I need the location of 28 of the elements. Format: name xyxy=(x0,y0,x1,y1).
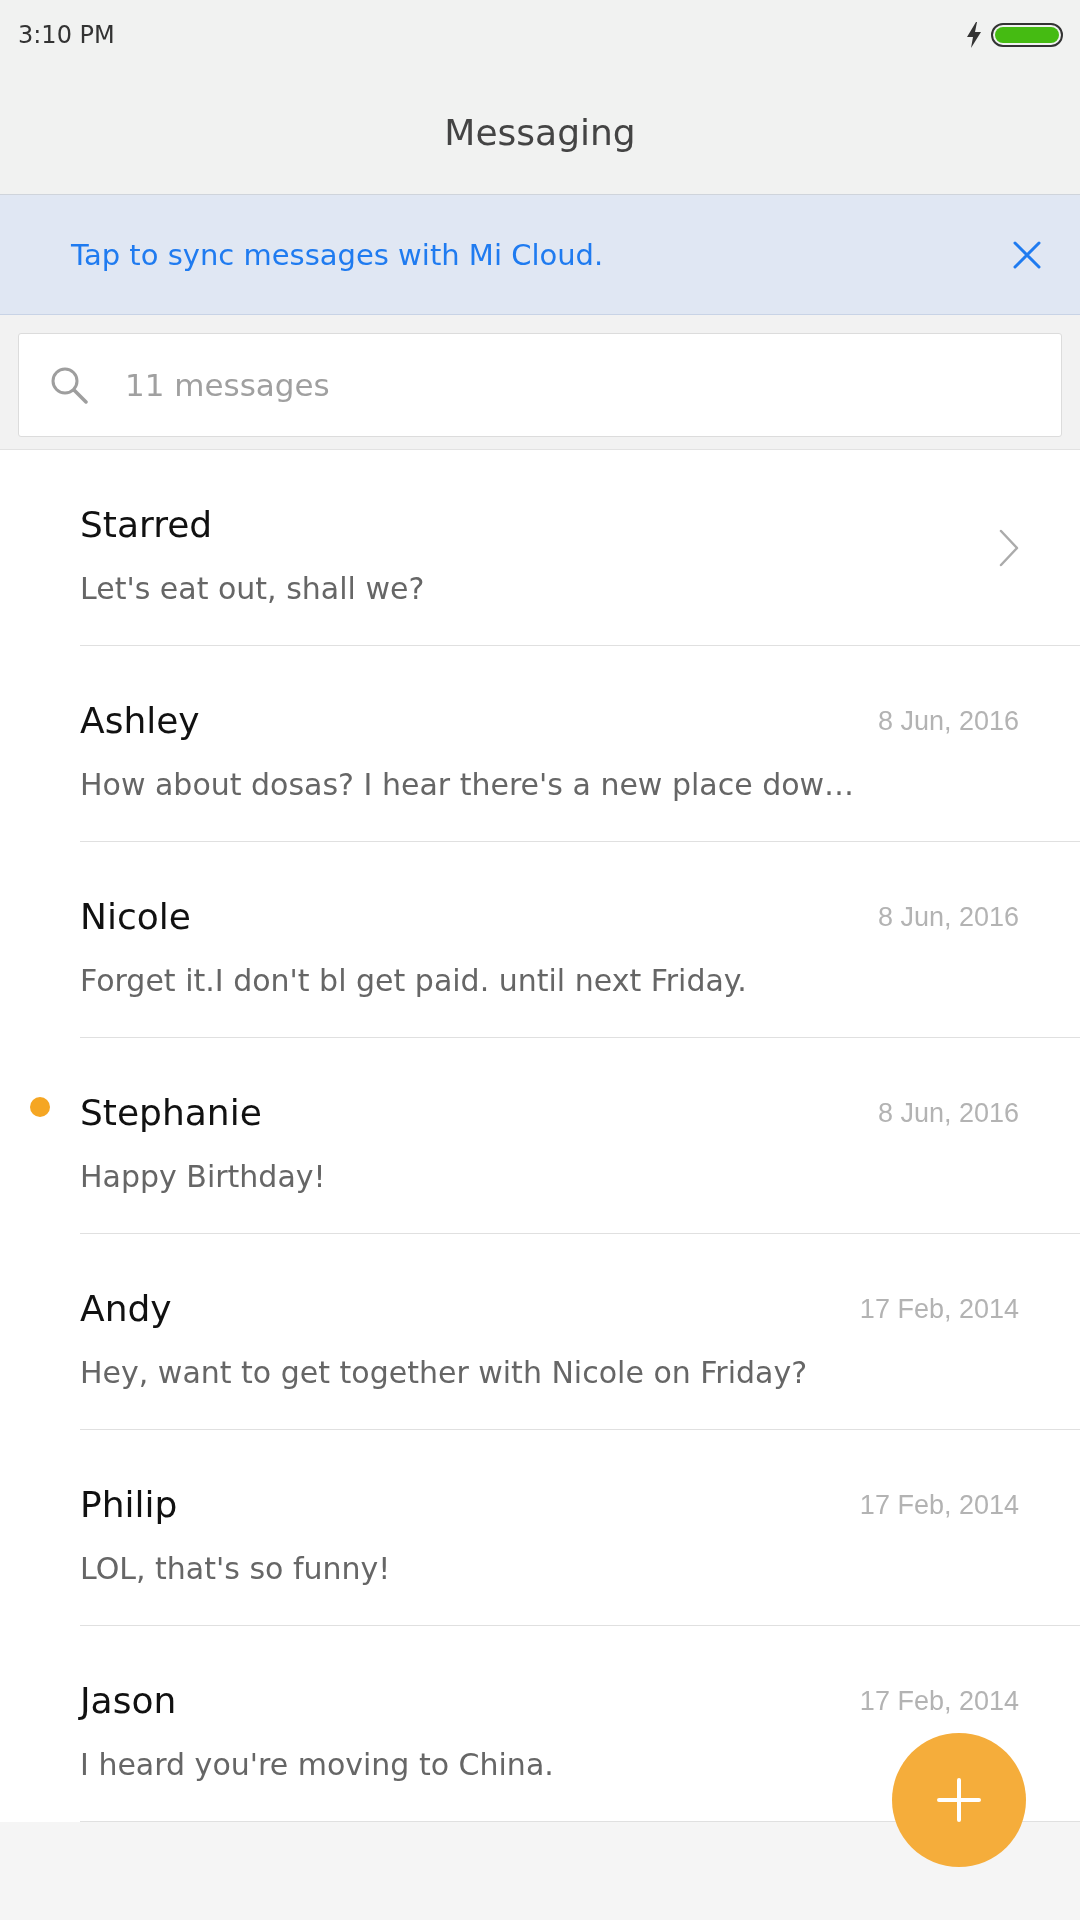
message-date: 17 Feb, 2014 xyxy=(859,1489,1019,1521)
message-preview: How about dosas? I hear there's a new place dow… xyxy=(80,766,855,804)
close-icon xyxy=(1013,240,1041,269)
search-field[interactable]: 11 messages xyxy=(18,333,1062,437)
message-date: 8 Jun, 2016 xyxy=(877,901,1019,933)
plus-icon xyxy=(937,1778,981,1822)
message-date: 17 Feb, 2014 xyxy=(859,1293,1019,1325)
message-preview: LOL, that's so funny! xyxy=(80,1550,391,1588)
chevron-icon xyxy=(999,528,1019,567)
message-preview: Let's eat out, shall we? xyxy=(80,570,425,608)
message-date: 17 Feb, 2014 xyxy=(859,1685,1019,1717)
message-preview: Happy Birthday! xyxy=(80,1158,326,1196)
contact-name[interactable]: Jason xyxy=(80,1679,177,1723)
message-preview: Forget it.I don't bl get paid. until next Friday. xyxy=(80,962,747,1000)
message-date: 8 Jun, 2016 xyxy=(877,705,1019,737)
message-preview: I heard you're moving to China. xyxy=(80,1746,554,1784)
contact-name[interactable]: Ashley xyxy=(80,699,200,743)
message-date: 8 Jun, 2016 xyxy=(877,1097,1019,1129)
app-title: Messaging xyxy=(444,111,636,153)
message-preview: Hey, want to get together with Nicole on Friday? xyxy=(80,1354,808,1392)
contact-name[interactable]: Andy xyxy=(80,1287,172,1331)
battery-icon xyxy=(991,23,1063,47)
contact-name[interactable]: Nicole xyxy=(80,895,191,939)
status-time: 3:10 PM xyxy=(18,21,115,49)
contact-name[interactable]: Starred xyxy=(80,503,213,547)
contact-name[interactable]: Philip xyxy=(80,1483,178,1527)
search-icon xyxy=(50,366,88,404)
contact-name[interactable]: Stephanie xyxy=(80,1091,262,1135)
